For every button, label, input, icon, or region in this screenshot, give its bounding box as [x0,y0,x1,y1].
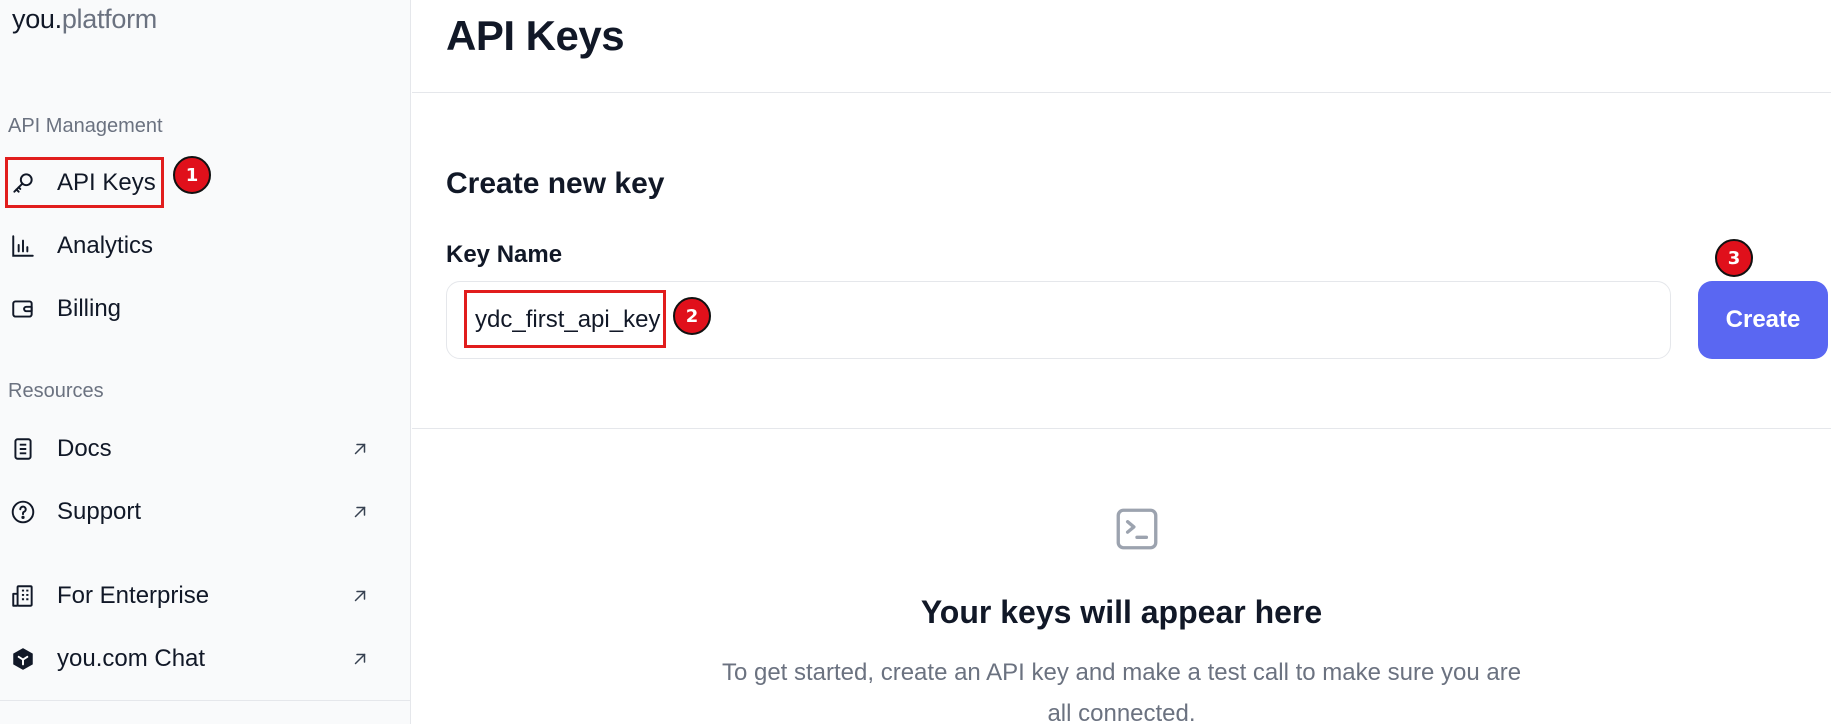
sidebar-divider [0,700,411,701]
section-label-resources: Resources [8,380,104,402]
section-divider [412,428,1831,429]
page-title: API Keys [446,12,625,59]
document-icon [8,434,38,464]
external-link-icon [348,584,372,608]
sidebar-item-label: Docs [57,435,112,462]
sidebar-item-for-enterprise[interactable]: For Enterprise [8,570,378,622]
sidebar-item-label: Support [57,498,142,525]
empty-state-description: To get started, create an API key and ma… [412,652,1831,724]
sidebar-item-label: For Enterprise [57,582,210,609]
wallet-icon [8,294,38,324]
sidebar-item-label: you.com Chat [57,645,206,672]
sidebar-item-analytics[interactable]: Analytics [8,220,378,272]
external-link-icon [348,647,372,671]
create-button[interactable]: Create [1698,281,1828,359]
step-badge-2: 2 [673,297,711,335]
you-logo-icon [8,644,38,674]
sidebar: you.platform API Management API Keys Ana… [0,0,411,724]
section-label-api-management: API Management [8,115,163,137]
sidebar-item-billing[interactable]: Billing [8,283,378,335]
sidebar-item-label: Billing [57,295,122,322]
step-badge-3: 3 [1715,239,1753,277]
external-link-icon [348,437,372,461]
brand-primary: you. [12,4,62,34]
bar-chart-icon [8,231,38,261]
brand-logo[interactable]: you.platform [12,4,157,35]
highlight-box-api-keys [5,157,164,208]
empty-state-title: Your keys will appear here [920,594,1323,630]
building-icon [8,581,38,611]
sidebar-item-you-com-chat[interactable]: you.com Chat [8,633,378,685]
highlight-box-key-name [464,290,666,348]
step-badge-1: 1 [173,156,211,194]
sidebar-item-docs[interactable]: Docs [8,423,378,475]
external-link-icon [348,500,372,524]
empty-state-description-line1: To get started, create an API key and ma… [721,659,1522,686]
terminal-icon [1112,504,1162,554]
sidebar-item-support[interactable]: Support [8,486,378,538]
help-circle-icon [8,497,38,527]
sidebar-item-label: Analytics [57,232,154,259]
key-name-label: Key Name [446,241,563,268]
brand-secondary: platform [61,4,157,34]
create-key-heading: Create new key [446,167,665,200]
empty-state-description-line2: all connected. [1047,700,1196,724]
header-divider [412,92,1831,93]
